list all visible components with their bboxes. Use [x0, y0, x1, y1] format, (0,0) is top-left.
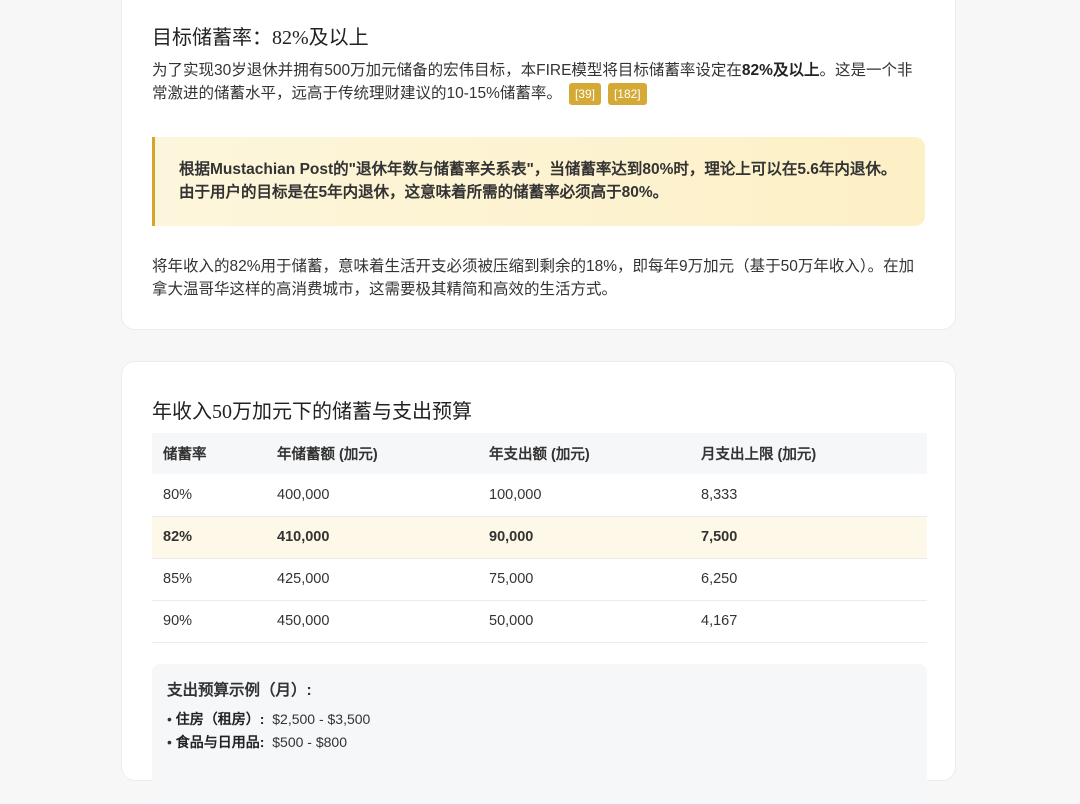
- table-cell: 85%: [152, 558, 266, 601]
- column-header: 年支出额 (加元): [478, 433, 690, 474]
- budget-item: • 食品与日用品: $500 - $800: [167, 734, 347, 750]
- table-cell: 100,000: [478, 474, 690, 517]
- table-cell: 90,000: [478, 516, 690, 559]
- budget-example: 支出预算示例（月）: • 住房（租房）: $2,500 - $3,500 • 食…: [152, 664, 927, 804]
- table-cell: 4,167: [690, 600, 927, 643]
- table-cell: 6,250: [690, 558, 927, 601]
- table-cell: 8,333: [690, 474, 927, 517]
- table-cell: 425,000: [266, 558, 478, 601]
- explanation-paragraph: 将年收入的82%用于储蓄，意味着生活开支必须被压缩到剩余的18%，即每年9万加元…: [152, 258, 915, 298]
- table-cell: 90%: [152, 600, 266, 643]
- table-row: 80% 400,000 100,000 8,333: [152, 474, 927, 517]
- table-cell: 50,000: [478, 600, 690, 643]
- budget-value: $500 - $800: [272, 734, 347, 750]
- table-row: 90% 450,000 50,000 4,167: [152, 600, 927, 643]
- budget-label: 住房（租房）:: [175, 711, 265, 727]
- highlight-quote: 根据Mustachian Post的"退休年数与储蓄率关系表"，当储蓄率达到80…: [152, 137, 925, 226]
- table-cell: 450,000: [266, 600, 478, 643]
- section-heading: 目标储蓄率：82%及以上: [152, 27, 369, 49]
- citation-badge[interactable]: [39]: [568, 82, 601, 105]
- table-cell: 82%: [152, 516, 266, 559]
- intro-paragraph: 为了实现30岁退休并拥有500万加元储备的宏伟目标，本FIRE模型将目标储蓄率设…: [152, 59, 925, 105]
- column-header: 年储蓄额 (加元): [266, 433, 478, 474]
- budget-title: 支出预算示例（月）:: [167, 682, 312, 699]
- table-cell: 75,000: [478, 558, 690, 601]
- table-cell: 7,500: [690, 516, 927, 559]
- budget-table: 储蓄率 年储蓄额 (加元) 年支出额 (加元) 月支出上限 (加元) 80% 40…: [152, 433, 927, 643]
- column-header: 储蓄率: [152, 433, 266, 474]
- savings-rate-card: 目标储蓄率：82%及以上 为了实现30岁退休并拥有500万加元储备的宏伟目标，本…: [121, 0, 956, 330]
- budget-card: 年收入50万加元下的储蓄与支出预算 储蓄率 年储蓄额 (加元) 年支出额 (加元…: [121, 361, 956, 804]
- table-row: 85% 425,000 75,000 6,250: [152, 558, 927, 601]
- bold-text: 82%及以上: [741, 62, 820, 79]
- budget-label: 食品与日用品:: [175, 734, 265, 750]
- citation-badge[interactable]: [182]: [607, 82, 647, 105]
- table-row: 82% 410,000 90,000 7,500: [152, 516, 927, 559]
- budget-value: $2,500 - $3,500: [272, 711, 371, 727]
- text: 为了实现30岁退休并拥有500万加元储备的宏伟目标，本FIRE模型将目标储蓄率设…: [152, 62, 742, 79]
- section-heading: 年收入50万加元下的储蓄与支出预算: [152, 401, 472, 423]
- budget-item: • 住房（租房）: $2,500 - $3,500: [167, 711, 371, 727]
- table-cell: 410,000: [266, 516, 478, 559]
- table-cell: 400,000: [266, 474, 478, 517]
- column-header: 月支出上限 (加元): [690, 433, 927, 474]
- table-cell: 80%: [152, 474, 266, 517]
